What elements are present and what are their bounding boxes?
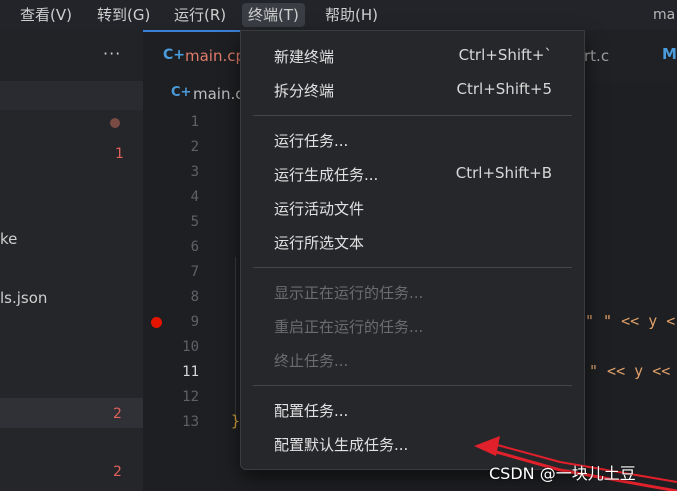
- line-number: 12: [182, 389, 199, 405]
- menu-item-label: 终止任务...: [274, 352, 349, 370]
- menu-item-label: 新建终端: [274, 48, 335, 66]
- menu-separator: [253, 115, 572, 116]
- sidebar-file-item[interactable]: ls.json: [0, 289, 47, 307]
- menu-item-label: 运行任务...: [274, 132, 349, 150]
- menu-run-task[interactable]: 运行任务...: [241, 125, 584, 155]
- cpp-file-icon: C+: [171, 85, 192, 100]
- menu-new-terminal[interactable]: 新建终端 Ctrl+Shift+`: [241, 41, 584, 71]
- indent-guide: [235, 257, 236, 417]
- sidebar: ··· 1 ke ls.json 2 2: [0, 30, 143, 491]
- menu-run-selected-text[interactable]: 运行所选文本: [241, 227, 584, 257]
- menu-view[interactable]: 查看(V): [14, 3, 78, 27]
- menu-item-label: 重启正在运行的任务...: [274, 318, 424, 336]
- line-number: 10: [182, 339, 199, 355]
- menu-run-build-task[interactable]: 运行生成任务... Ctrl+Shift+B: [241, 159, 584, 189]
- breadcrumb-file[interactable]: main.c: [193, 85, 244, 103]
- menu-run[interactable]: 运行(R): [168, 3, 232, 27]
- line-number: 5: [190, 214, 199, 230]
- menu-item-shortcut: Ctrl+Shift+`: [458, 46, 552, 64]
- sidebar-header: ···: [0, 30, 143, 81]
- menu-run-active-file[interactable]: 运行活动文件: [241, 193, 584, 223]
- line-number: 9: [190, 314, 199, 330]
- tab-main-cpp[interactable]: C+ main.cp: [143, 30, 245, 81]
- code-brace: }: [231, 412, 241, 430]
- problem-count-badge: 2: [113, 464, 122, 480]
- menu-split-terminal[interactable]: 拆分终端 Ctrl+Shift+5: [241, 75, 584, 105]
- tab-label[interactable]: rt.c: [584, 47, 609, 65]
- cpp-file-icon: C+: [163, 47, 186, 63]
- line-number: 7: [190, 264, 199, 280]
- line-number: 1: [190, 114, 199, 130]
- menu-terminal[interactable]: 终端(T): [242, 3, 305, 27]
- menu-configure-tasks[interactable]: 配置任务...: [241, 395, 584, 425]
- modified-dot-icon: [110, 118, 120, 128]
- line-number: 6: [190, 239, 199, 255]
- code-fragment: " << y <<: [589, 362, 671, 380]
- line-number: 13: [182, 414, 199, 430]
- line-number: 3: [190, 164, 199, 180]
- menu-item-label: 运行所选文本: [274, 234, 365, 252]
- menubar: 查看(V) 转到(G) 运行(R) 终端(T) 帮助(H) ma: [0, 0, 677, 30]
- menu-item-label: 拆分终端: [274, 82, 335, 100]
- menu-help[interactable]: 帮助(H): [319, 3, 384, 27]
- menu-terminate-task: 终止任务...: [241, 345, 584, 375]
- menu-separator: [253, 385, 572, 386]
- menu-separator: [253, 267, 572, 268]
- menu-item-label: 运行生成任务...: [274, 166, 379, 184]
- menu-item-label: 运行活动文件: [274, 200, 365, 218]
- markdown-file-icon[interactable]: M: [662, 45, 677, 63]
- menu-restart-running-task: 重启正在运行的任务...: [241, 311, 584, 341]
- menu-item-shortcut: Ctrl+Shift+5: [456, 80, 552, 98]
- line-number-current: 11: [182, 364, 199, 380]
- menu-configure-default-build-task[interactable]: 配置默认生成任务...: [241, 429, 584, 459]
- tab-label: main.cp: [185, 47, 246, 65]
- menu-item-label: 配置任务...: [274, 402, 349, 420]
- line-number: 2: [190, 139, 199, 155]
- code-fragment: " " << y <: [585, 312, 676, 330]
- line-number: 8: [190, 289, 199, 305]
- problem-count-badge: 1: [115, 146, 124, 162]
- menu-goto[interactable]: 转到(G): [91, 3, 156, 27]
- sidebar-file-item[interactable]: ke: [0, 230, 17, 248]
- more-actions-icon[interactable]: ···: [103, 44, 121, 63]
- line-number: 4: [190, 189, 199, 205]
- watermark: CSDN @一块儿土豆: [489, 464, 636, 483]
- window-title: ma: [653, 7, 676, 23]
- menu-show-running-tasks: 显示正在运行的任务...: [241, 277, 584, 307]
- menu-item-shortcut: Ctrl+Shift+B: [455, 164, 552, 182]
- sidebar-section-header[interactable]: [0, 81, 143, 110]
- menu-item-label: 配置默认生成任务...: [274, 436, 409, 454]
- problem-count-badge: 2: [113, 406, 122, 422]
- terminal-menu-dropdown: 新建终端 Ctrl+Shift+` 拆分终端 Ctrl+Shift+5 运行任务…: [240, 30, 585, 470]
- menu-item-label: 显示正在运行的任务...: [274, 284, 424, 302]
